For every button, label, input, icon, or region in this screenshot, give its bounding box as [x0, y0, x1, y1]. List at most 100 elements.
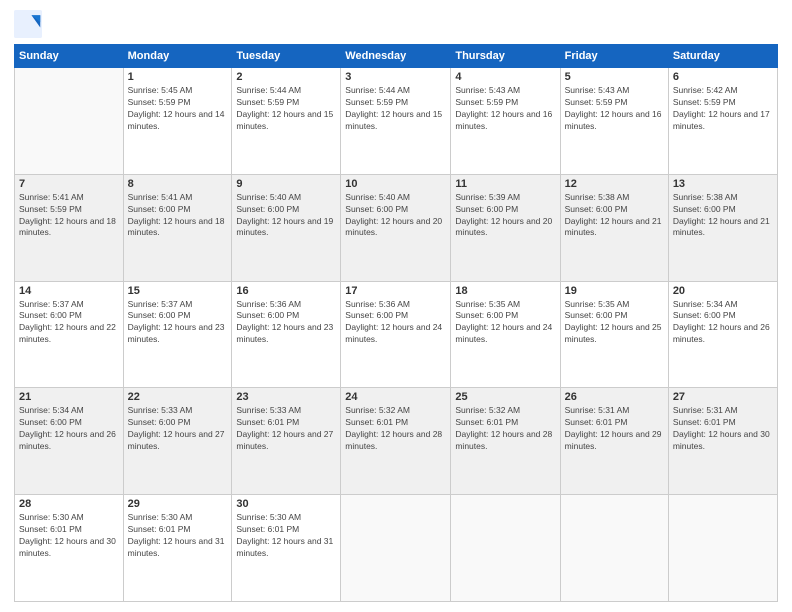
day-info: Sunrise: 5:32 AMSunset: 6:01 PMDaylight:… — [455, 405, 555, 453]
day-info: Sunrise: 5:30 AMSunset: 6:01 PMDaylight:… — [236, 512, 336, 560]
col-header-friday: Friday — [560, 45, 668, 68]
day-cell: 12 Sunrise: 5:38 AMSunset: 6:00 PMDayligh… — [560, 174, 668, 281]
col-header-thursday: Thursday — [451, 45, 560, 68]
day-number: 12 — [565, 178, 664, 190]
day-info: Sunrise: 5:32 AMSunset: 6:01 PMDaylight:… — [345, 405, 446, 453]
day-cell: 23 Sunrise: 5:33 AMSunset: 6:01 PMDayligh… — [232, 388, 341, 495]
header-row: SundayMondayTuesdayWednesdayThursdayFrid… — [15, 45, 778, 68]
day-number: 19 — [565, 285, 664, 297]
day-info: Sunrise: 5:43 AMSunset: 5:59 PMDaylight:… — [455, 85, 555, 133]
day-info: Sunrise: 5:30 AMSunset: 6:01 PMDaylight:… — [19, 512, 119, 560]
day-info: Sunrise: 5:44 AMSunset: 5:59 PMDaylight:… — [345, 85, 446, 133]
day-info: Sunrise: 5:41 AMSunset: 5:59 PMDaylight:… — [19, 192, 119, 240]
day-info: Sunrise: 5:39 AMSunset: 6:00 PMDaylight:… — [455, 192, 555, 240]
day-number: 26 — [565, 391, 664, 403]
day-info: Sunrise: 5:44 AMSunset: 5:59 PMDaylight:… — [236, 85, 336, 133]
day-cell: 17 Sunrise: 5:36 AMSunset: 6:00 PMDayligh… — [341, 281, 451, 388]
day-info: Sunrise: 5:45 AMSunset: 5:59 PMDaylight:… — [128, 85, 228, 133]
day-info: Sunrise: 5:34 AMSunset: 6:00 PMDaylight:… — [19, 405, 119, 453]
day-cell: 30 Sunrise: 5:30 AMSunset: 6:01 PMDayligh… — [232, 495, 341, 602]
day-info: Sunrise: 5:33 AMSunset: 6:01 PMDaylight:… — [236, 405, 336, 453]
day-info: Sunrise: 5:35 AMSunset: 6:00 PMDaylight:… — [565, 299, 664, 347]
day-number: 10 — [345, 178, 446, 190]
col-header-monday: Monday — [123, 45, 232, 68]
week-row: 28 Sunrise: 5:30 AMSunset: 6:01 PMDayligh… — [15, 495, 778, 602]
day-number: 13 — [673, 178, 773, 190]
logo — [14, 10, 46, 38]
day-info: Sunrise: 5:31 AMSunset: 6:01 PMDaylight:… — [565, 405, 664, 453]
week-row: 7 Sunrise: 5:41 AMSunset: 5:59 PMDaylight… — [15, 174, 778, 281]
col-header-saturday: Saturday — [668, 45, 777, 68]
day-info: Sunrise: 5:37 AMSunset: 6:00 PMDaylight:… — [128, 299, 228, 347]
day-cell: 1 Sunrise: 5:45 AMSunset: 5:59 PMDaylight… — [123, 68, 232, 175]
day-cell: 14 Sunrise: 5:37 AMSunset: 6:00 PMDayligh… — [15, 281, 124, 388]
day-info: Sunrise: 5:34 AMSunset: 6:00 PMDaylight:… — [673, 299, 773, 347]
day-info: Sunrise: 5:41 AMSunset: 6:00 PMDaylight:… — [128, 192, 228, 240]
day-number: 30 — [236, 498, 336, 510]
day-number: 9 — [236, 178, 336, 190]
col-header-wednesday: Wednesday — [341, 45, 451, 68]
week-row: 21 Sunrise: 5:34 AMSunset: 6:00 PMDayligh… — [15, 388, 778, 495]
day-number: 7 — [19, 178, 119, 190]
day-cell: 29 Sunrise: 5:30 AMSunset: 6:01 PMDayligh… — [123, 495, 232, 602]
day-info: Sunrise: 5:43 AMSunset: 5:59 PMDaylight:… — [565, 85, 664, 133]
day-cell: 21 Sunrise: 5:34 AMSunset: 6:00 PMDayligh… — [15, 388, 124, 495]
day-number: 14 — [19, 285, 119, 297]
day-number: 11 — [455, 178, 555, 190]
day-number: 6 — [673, 71, 773, 83]
day-number: 3 — [345, 71, 446, 83]
day-cell — [668, 495, 777, 602]
day-number: 15 — [128, 285, 228, 297]
header — [14, 10, 778, 38]
day-cell: 28 Sunrise: 5:30 AMSunset: 6:01 PMDayligh… — [15, 495, 124, 602]
day-number: 29 — [128, 498, 228, 510]
col-header-sunday: Sunday — [15, 45, 124, 68]
day-info: Sunrise: 5:30 AMSunset: 6:01 PMDaylight:… — [128, 512, 228, 560]
day-number: 22 — [128, 391, 228, 403]
day-info: Sunrise: 5:31 AMSunset: 6:01 PMDaylight:… — [673, 405, 773, 453]
day-cell: 7 Sunrise: 5:41 AMSunset: 5:59 PMDaylight… — [15, 174, 124, 281]
day-number: 25 — [455, 391, 555, 403]
day-cell — [15, 68, 124, 175]
day-info: Sunrise: 5:40 AMSunset: 6:00 PMDaylight:… — [236, 192, 336, 240]
day-cell: 13 Sunrise: 5:38 AMSunset: 6:00 PMDayligh… — [668, 174, 777, 281]
day-number: 28 — [19, 498, 119, 510]
day-cell: 10 Sunrise: 5:40 AMSunset: 6:00 PMDayligh… — [341, 174, 451, 281]
day-info: Sunrise: 5:36 AMSunset: 6:00 PMDaylight:… — [345, 299, 446, 347]
day-number: 8 — [128, 178, 228, 190]
day-cell — [341, 495, 451, 602]
day-cell: 9 Sunrise: 5:40 AMSunset: 6:00 PMDaylight… — [232, 174, 341, 281]
day-number: 24 — [345, 391, 446, 403]
day-number: 1 — [128, 71, 228, 83]
col-header-tuesday: Tuesday — [232, 45, 341, 68]
day-cell: 19 Sunrise: 5:35 AMSunset: 6:00 PMDayligh… — [560, 281, 668, 388]
day-number: 17 — [345, 285, 446, 297]
page: SundayMondayTuesdayWednesdayThursdayFrid… — [0, 0, 792, 612]
day-info: Sunrise: 5:40 AMSunset: 6:00 PMDaylight:… — [345, 192, 446, 240]
day-number: 23 — [236, 391, 336, 403]
day-cell: 6 Sunrise: 5:42 AMSunset: 5:59 PMDaylight… — [668, 68, 777, 175]
calendar-table: SundayMondayTuesdayWednesdayThursdayFrid… — [14, 44, 778, 602]
day-number: 21 — [19, 391, 119, 403]
day-info: Sunrise: 5:37 AMSunset: 6:00 PMDaylight:… — [19, 299, 119, 347]
logo-icon — [14, 10, 42, 38]
week-row: 14 Sunrise: 5:37 AMSunset: 6:00 PMDayligh… — [15, 281, 778, 388]
day-cell: 3 Sunrise: 5:44 AMSunset: 5:59 PMDaylight… — [341, 68, 451, 175]
day-info: Sunrise: 5:38 AMSunset: 6:00 PMDaylight:… — [565, 192, 664, 240]
day-cell — [560, 495, 668, 602]
day-number: 18 — [455, 285, 555, 297]
day-cell: 5 Sunrise: 5:43 AMSunset: 5:59 PMDaylight… — [560, 68, 668, 175]
day-info: Sunrise: 5:33 AMSunset: 6:00 PMDaylight:… — [128, 405, 228, 453]
day-cell: 15 Sunrise: 5:37 AMSunset: 6:00 PMDayligh… — [123, 281, 232, 388]
day-cell: 8 Sunrise: 5:41 AMSunset: 6:00 PMDaylight… — [123, 174, 232, 281]
day-cell: 24 Sunrise: 5:32 AMSunset: 6:01 PMDayligh… — [341, 388, 451, 495]
day-cell: 27 Sunrise: 5:31 AMSunset: 6:01 PMDayligh… — [668, 388, 777, 495]
day-cell: 4 Sunrise: 5:43 AMSunset: 5:59 PMDaylight… — [451, 68, 560, 175]
day-number: 5 — [565, 71, 664, 83]
day-number: 27 — [673, 391, 773, 403]
day-number: 4 — [455, 71, 555, 83]
day-number: 20 — [673, 285, 773, 297]
day-cell: 22 Sunrise: 5:33 AMSunset: 6:00 PMDayligh… — [123, 388, 232, 495]
day-info: Sunrise: 5:42 AMSunset: 5:59 PMDaylight:… — [673, 85, 773, 133]
day-info: Sunrise: 5:38 AMSunset: 6:00 PMDaylight:… — [673, 192, 773, 240]
